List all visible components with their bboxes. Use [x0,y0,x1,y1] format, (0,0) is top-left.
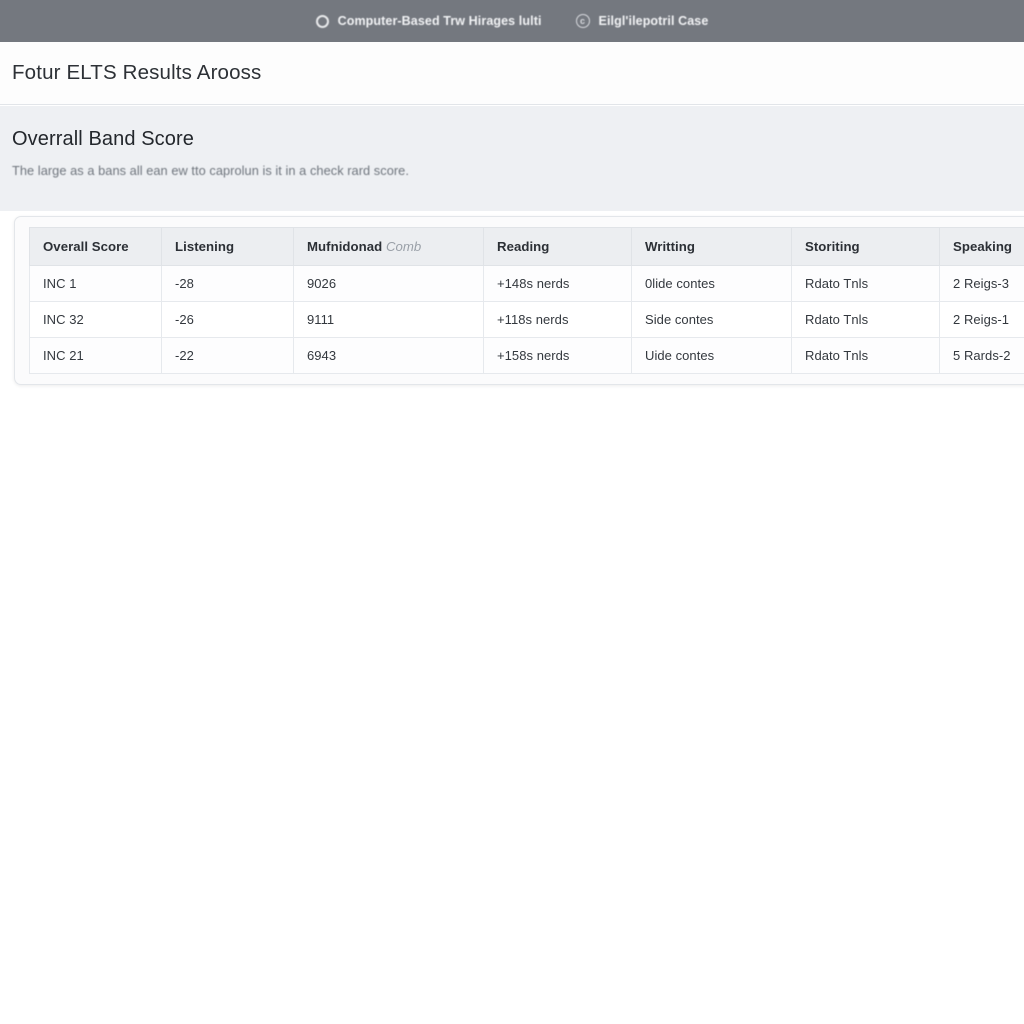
circle-outline-icon [315,14,329,28]
cell-writing: Uide contes [631,337,792,374]
column-header-speaking[interactable]: Speaking [939,227,1024,266]
cell-multi-comb: 9111 [293,301,484,338]
topbar-item-exceptional-case[interactable]: c Eilgl'ilepotril Case [575,14,709,28]
column-header-listening[interactable]: Listening [161,227,294,266]
section-title: Overrall Band Score [12,128,194,150]
cell-listening: -28 [161,265,294,302]
cell-multi-comb: 6943 [293,337,484,374]
cell-overall-score: INC 21 [29,337,162,374]
topbar-item-label: Eilgl'ilepotril Case [598,14,709,28]
results-table-card: Overall Score Listening Mufnidonad Comb … [14,216,1024,385]
topbar-item-label: Computer-Based Trw Hirages lulti [337,14,542,28]
top-utility-bar: Computer-Based Trw Hirages lulti c Eilgl… [0,0,1024,42]
cell-listening: -22 [161,337,294,374]
column-header-multi-comb[interactable]: Mufnidonad Comb [293,227,484,266]
cell-storiting: Rdato Tnls [791,265,940,302]
topbar-item-computer-based[interactable]: Computer-Based Trw Hirages lulti [315,14,542,28]
cell-speaking: 2 Reigs-1 [939,301,1024,338]
column-header-reading[interactable]: Reading [483,227,632,266]
cell-writing: Side contes [631,301,792,338]
cell-reading: +148s nerds [483,265,632,302]
table-row[interactable]: INC 21 -22 6943 +158s nerds Uide contes … [29,337,1024,374]
page-title-bar: Fotur ELTS Results Arooss [0,42,1024,105]
cell-storiting: Rdato Tnls [791,301,940,338]
table-header-row: Overall Score Listening Mufnidonad Comb … [29,227,1024,266]
column-header-overall-score[interactable]: Overall Score [29,227,162,266]
column-header-writing[interactable]: Writting [631,227,792,266]
cell-writing: 0lide contes [631,265,792,302]
cell-overall-score: INC 32 [29,301,162,338]
page-title: Fotur ELTS Results Arooss [12,61,262,84]
cell-overall-score: INC 1 [29,265,162,302]
table-body: INC 1 -28 9026 +148s nerds 0lide contes … [29,265,1024,374]
table-header: Overall Score Listening Mufnidonad Comb … [29,227,1024,266]
cell-multi-comb: 9026 [293,265,484,302]
column-header-storiting[interactable]: Storiting [791,227,940,266]
cell-reading: +158s nerds [483,337,632,374]
column-header-multi-main: Mufnidonad [307,239,383,254]
section-subtitle: The large as a bans all ean ew tto capro… [12,163,409,178]
table-row[interactable]: INC 32 -26 9111 +118s nerds Side contes … [29,301,1024,338]
table-row[interactable]: INC 1 -28 9026 +148s nerds 0lide contes … [29,265,1024,302]
overall-band-score-section: Overrall Band Score The large as a bans … [0,106,1024,211]
cell-speaking: 5 Rards-2 [939,337,1024,374]
cell-speaking: 2 Reigs-3 [939,265,1024,302]
cell-listening: -26 [161,301,294,338]
results-table: Overall Score Listening Mufnidonad Comb … [29,227,1024,374]
cell-reading: +118s nerds [483,301,632,338]
copyright-circle-icon: c [575,14,590,28]
cell-storiting: Rdato Tnls [791,337,940,374]
column-header-multi-muted: Comb [385,239,422,254]
